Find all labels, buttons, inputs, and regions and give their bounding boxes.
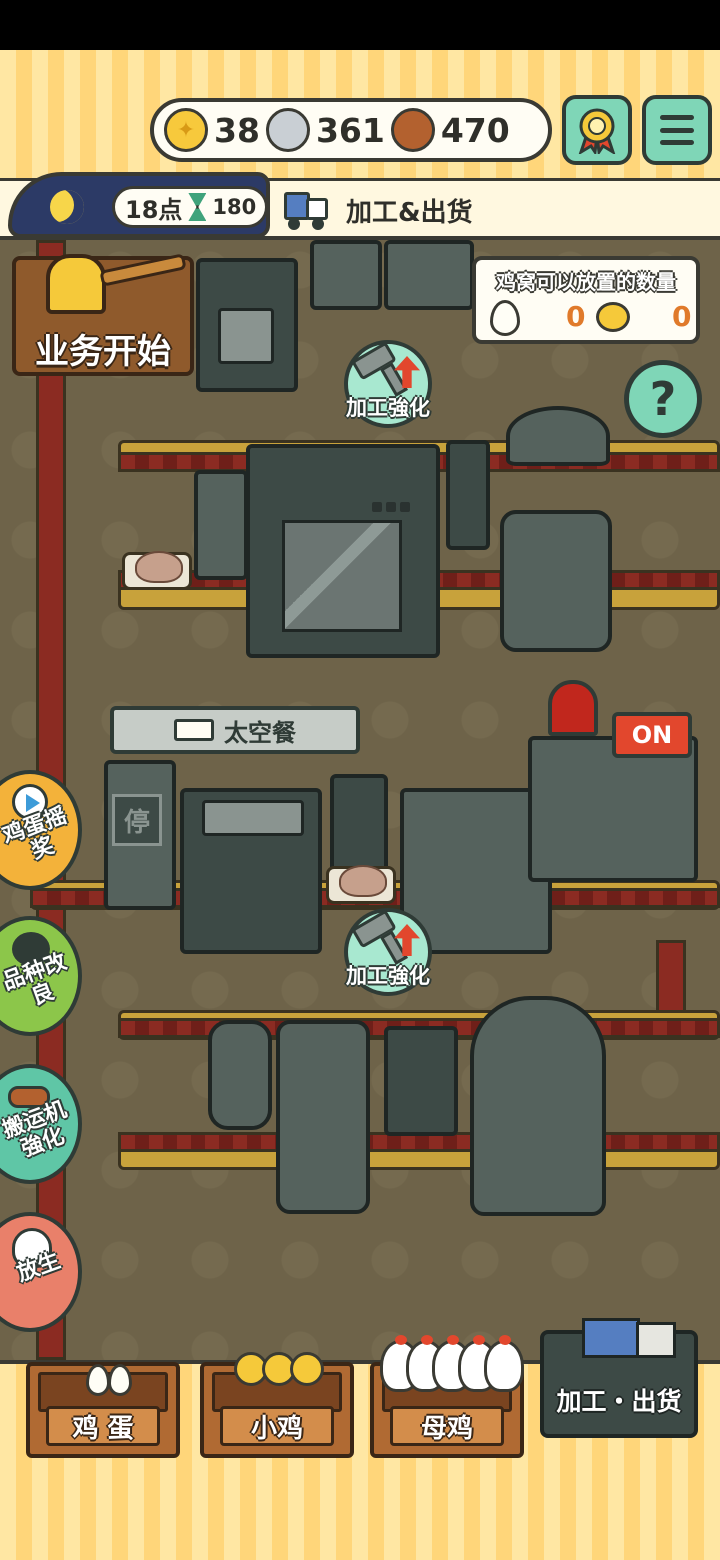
eggs-icon: [86, 1364, 132, 1398]
mixer: [500, 510, 612, 652]
hens-icon: [380, 1335, 526, 1400]
egg-lottery-label: 鸡蛋摇奖: [0, 803, 71, 865]
truck-icon: [284, 190, 330, 230]
egg-icon: [490, 300, 520, 336]
help-button[interactable]: ?: [624, 360, 702, 438]
time-badge: 18点 180: [8, 172, 270, 238]
chicks-tab[interactable]: 小鸡: [200, 1352, 354, 1458]
processing-upgrade-button[interactable]: 加工強化: [340, 340, 436, 430]
top-machine: [384, 240, 474, 310]
process-ship-tab[interactable]: 加工・出货: [540, 1318, 698, 1438]
dome-machine: [470, 996, 606, 1216]
silver-coin-icon: [265, 108, 310, 152]
breed-improve-label: 品种改良: [0, 949, 71, 1011]
eggs-tab[interactable]: 鸡 蛋: [26, 1362, 180, 1458]
upgrade-label: 加工強化: [346, 964, 430, 988]
copper-amount: 470: [440, 110, 510, 150]
eggs-tab-label: 鸡 蛋: [46, 1406, 160, 1446]
product-name: 太空餐: [224, 718, 296, 747]
carrier-upgrade-label: 搬运机強化: [0, 1097, 71, 1163]
gold-coin-icon: [164, 108, 208, 152]
product-sign: 太空餐: [110, 706, 360, 754]
hens-tab-label: 母鸡: [390, 1406, 504, 1446]
egg-tray: [326, 865, 396, 904]
hamburger-icon: [660, 115, 694, 145]
tank: [194, 470, 248, 580]
bell-icon: [46, 254, 106, 314]
rosette-icon: [578, 108, 616, 154]
top-machine: [196, 258, 298, 392]
achievement-button[interactable]: [562, 95, 632, 165]
packing-machine: [180, 788, 322, 954]
silver-amount: 361: [315, 110, 385, 150]
chick-capacity-value: 0: [672, 300, 692, 333]
meal-tray-icon: [174, 719, 214, 741]
currency-bar: 38 361 470: [150, 98, 552, 162]
hourglass-icon: [188, 193, 207, 221]
moon-icon: [50, 190, 84, 224]
time-pill: 18点 180: [112, 186, 268, 228]
pump: [384, 1026, 458, 1136]
gauge-column: [446, 440, 490, 550]
upgrade-label: 加工強化: [346, 396, 430, 420]
nest-capacity-card: 鸡窝可以放置的数量 0 0: [472, 256, 700, 344]
coil-tank: [208, 1020, 272, 1130]
nest-capacity-title: 鸡窝可以放置的数量: [496, 270, 676, 294]
gold-amount: 38: [214, 110, 260, 150]
hens-tab[interactable]: 母鸡: [370, 1335, 524, 1458]
chicks-icon: [234, 1352, 330, 1396]
egg-capacity-value: 0: [566, 300, 586, 333]
page-title: 加工&出货: [346, 198, 473, 228]
start-business-button[interactable]: 业务开始: [12, 254, 194, 376]
copper-coin-icon: [390, 108, 435, 152]
stop-sign: 停: [112, 794, 162, 846]
funnel: [506, 406, 610, 466]
on-switch[interactable]: ON: [612, 712, 692, 758]
processing-upgrade-button[interactable]: 加工強化: [340, 908, 436, 998]
chicks-tab-label: 小鸡: [220, 1406, 334, 1446]
status-bar: [0, 0, 720, 50]
top-machine: [310, 240, 382, 310]
hour-text: 18点: [125, 195, 183, 224]
chick-icon: [596, 302, 630, 332]
menu-button[interactable]: [642, 95, 712, 165]
fan-machine: [276, 1020, 370, 1214]
start-business-label: 业务开始: [35, 332, 171, 372]
press-machine: [246, 444, 440, 658]
egg-tray: [122, 551, 192, 590]
timer-text: 180: [212, 195, 257, 219]
process-ship-label: 加工・出货: [556, 1387, 682, 1416]
alarm-light-icon: [548, 680, 598, 736]
truck-icon: [582, 1318, 682, 1368]
